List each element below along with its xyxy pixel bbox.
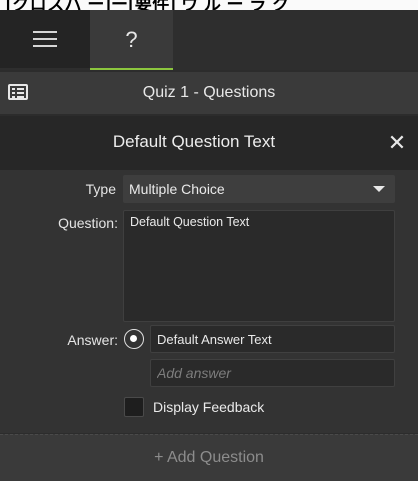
tab-help-label: ? — [125, 27, 138, 52]
quiz-header: Quiz 1 - Questions — [0, 72, 418, 114]
add-question-button[interactable]: + Add Question — [0, 434, 418, 481]
display-feedback-label: Display Feedback — [153, 399, 265, 415]
answer-label: Answer: — [67, 332, 118, 348]
display-feedback-checkbox[interactable] — [124, 397, 144, 417]
type-label: Type — [85, 181, 116, 197]
correct-answer-radio[interactable] — [124, 329, 144, 349]
question-form: Type Multiple Choice Question: Default Q… — [0, 170, 418, 433]
question-label: Question: — [58, 215, 118, 231]
question-title: Default Question Text — [112, 132, 276, 151]
question-header: Default Question Text ✕ — [0, 116, 418, 170]
close-icon[interactable]: ✕ — [384, 130, 410, 156]
question-textarea[interactable]: Default Question Text — [123, 210, 395, 322]
radio-selected-dot — [130, 335, 137, 342]
top-strip: [クロスバ ー]ー[要件] ウ ル ー ラ ク — [0, 0, 418, 10]
hamburger-menu-icon[interactable] — [33, 31, 57, 47]
tab-help[interactable]: ? — [90, 10, 173, 70]
type-dropdown-value: Multiple Choice — [129, 181, 225, 197]
top-strip-text: [クロスバ ー]ー[要件] ウ ル ー ラ ク — [6, 0, 290, 10]
active-tab-indicator — [90, 68, 173, 70]
type-dropdown[interactable]: Multiple Choice — [123, 175, 395, 203]
quiz-title: Quiz 1 - Questions — [142, 84, 276, 101]
tab-bar: ? — [0, 10, 418, 70]
tab-menu[interactable] — [0, 10, 90, 68]
add-answer-input[interactable] — [150, 359, 395, 387]
answer-input[interactable] — [150, 325, 395, 353]
chevron-down-icon[interactable] — [373, 186, 385, 192]
